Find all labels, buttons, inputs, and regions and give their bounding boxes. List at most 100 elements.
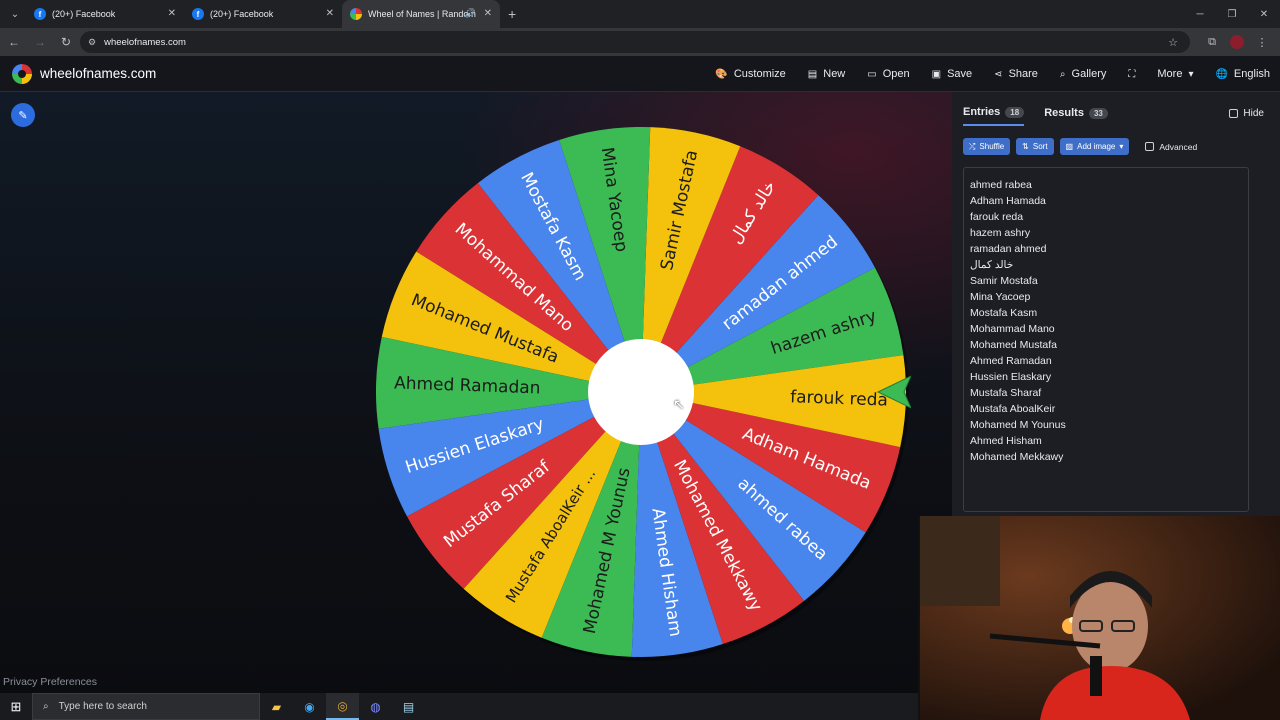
chevron-down-icon: ▾ <box>1119 142 1124 151</box>
reload-icon[interactable]: ↻ <box>54 30 78 54</box>
sort-button[interactable]: ⇅ Sort <box>1016 138 1054 155</box>
site-name[interactable]: wheelofnames.com <box>40 66 156 81</box>
image-icon: ▨ <box>1065 142 1074 151</box>
shuffle-icon: ⤮ <box>969 141 976 151</box>
tab-entries[interactable]: Entries 18 <box>963 106 1025 126</box>
entry-line: Hussien Elaskary <box>970 371 1052 383</box>
forward-icon[interactable]: → <box>28 30 52 54</box>
pencil-icon: ✎ <box>18 109 28 122</box>
discord-icon[interactable]: ◍ <box>359 693 392 720</box>
hide-checkbox[interactable] <box>1229 109 1239 118</box>
tab-title: (20+) Facebook <box>52 9 116 19</box>
windows-taskbar: ⊞ ⌕ Type here to search ▰ ◉ ◎ ◍ ▤ <box>0 693 918 720</box>
entry-line: Mina Yacoep <box>970 291 1031 303</box>
entry-line: Ahmed Ramadan <box>970 355 1052 367</box>
notepad-icon[interactable]: ▤ <box>392 693 425 720</box>
more-button[interactable]: More ▾ <box>1157 68 1193 80</box>
close-icon[interactable]: ✕ <box>484 8 492 19</box>
add-image-button[interactable]: ▨ Add image ▾ <box>1059 138 1130 155</box>
entries-textarea[interactable]: ahmed rabea Adham Hamada farouk reda hazem … <box>963 167 1249 512</box>
entry-line: Mohammad Mano <box>970 323 1055 335</box>
wheel-center-hub[interactable] <box>588 339 694 445</box>
mouse-cursor: ↖ <box>673 396 685 412</box>
language-button[interactable]: 🌐 English <box>1215 68 1270 80</box>
panel-tabs: Entries 18 Results 33 <box>963 106 1108 126</box>
folder-icon: ▭ <box>867 68 877 80</box>
toolbar-right: ⧉ ⋮ <box>1200 30 1274 54</box>
entry-line: Mustafa AboalKeir <box>970 403 1056 415</box>
advanced-toggle[interactable]: Advanced <box>1145 142 1197 152</box>
kebab-menu-icon[interactable]: ⋮ <box>1250 30 1274 54</box>
entry-line: Samir Mostafa <box>970 275 1038 287</box>
webcam-overlay <box>918 516 1280 720</box>
entry-line: Mohamed M Younus <box>970 419 1066 431</box>
fullscreen-icon: ⛶ <box>1128 68 1136 80</box>
entry-line: Mustafa Sharaf <box>970 387 1042 399</box>
speaker-icon[interactable]: 🔊 <box>465 8 476 19</box>
open-button[interactable]: ▭ Open <box>867 68 909 80</box>
globe-icon: 🌐 <box>1215 68 1228 80</box>
entry-line: Ahmed Hisham <box>970 435 1042 447</box>
tab-results[interactable]: Results 33 <box>1044 106 1108 126</box>
close-icon[interactable]: ✕ <box>326 8 334 19</box>
browser-tab-facebook-2[interactable]: f (20+) Facebook ✕ <box>184 0 342 28</box>
back-icon[interactable]: ← <box>2 30 26 54</box>
entry-line: Adham Hamada <box>970 195 1046 207</box>
entry-line: خالد كمال <box>970 259 1014 271</box>
chevron-down-icon: ▾ <box>1188 68 1194 80</box>
tab-title: (20+) Facebook <box>210 9 274 19</box>
chrome-icon[interactable]: ◎ <box>326 693 359 720</box>
tab-search-icon[interactable]: ⌄ <box>4 4 26 24</box>
url-field[interactable]: ⚙ wheelofnames.com ☆ <box>80 31 1190 53</box>
save-button[interactable]: ▣ Save <box>932 68 973 80</box>
browser-tab-facebook-1[interactable]: f (20+) Facebook ✕ <box>26 0 184 28</box>
facebook-icon: f <box>192 8 204 20</box>
privacy-preferences-link[interactable]: Privacy Preferences <box>3 676 97 688</box>
browser-tab-wheel-of-names[interactable]: Wheel of Names | Random 🔊 ✕ <box>342 0 500 28</box>
site-menu: 🎨 Customize ▤ New ▭ Open ▣ Save ⋖ Share ⌕ Gall… <box>715 56 1270 92</box>
results-count-badge: 33 <box>1088 107 1108 119</box>
gallery-button[interactable]: ⌕ Gallery <box>1060 68 1106 80</box>
new-button[interactable]: ▤ New <box>808 68 845 80</box>
file-icon: ▤ <box>807 68 818 80</box>
window-controls: ─ ❐ ✕ <box>1184 0 1280 28</box>
entries-count-badge: 18 <box>1005 106 1025 118</box>
wheel-stage: ✎ hazem ashry ramadan ahmed خالد كمال Samir… <box>0 92 952 720</box>
entry-line: ahmed rabea <box>970 179 1032 191</box>
edit-pencil-button[interactable]: ✎ <box>11 103 35 127</box>
search-icon: ⌕ <box>43 701 49 712</box>
site-info-icon[interactable]: ⚙ <box>88 37 96 48</box>
bookmark-star-icon[interactable]: ☆ <box>1168 36 1178 49</box>
minimize-icon[interactable]: ─ <box>1184 0 1216 28</box>
wheelofnames-logo[interactable] <box>12 63 32 84</box>
hide-toggle[interactable]: Hide <box>1229 108 1264 119</box>
facebook-icon: f <box>34 8 46 20</box>
close-icon[interactable]: ✕ <box>168 8 176 19</box>
windows-start-icon[interactable]: ⊞ <box>0 693 32 720</box>
wheel-segment-label: farouk reda <box>790 387 888 410</box>
entry-line: farouk reda <box>970 211 1024 223</box>
new-tab-icon[interactable]: + <box>508 6 516 22</box>
edge-icon[interactable]: ◉ <box>293 693 326 720</box>
restore-icon[interactable]: ❐ <box>1216 0 1248 28</box>
palette-icon: 🎨 <box>715 68 728 80</box>
url-text: wheelofnames.com <box>104 36 186 48</box>
entry-line: Mostafa Kasm <box>970 307 1038 319</box>
address-bar-row: ← → ↻ ⚙ wheelofnames.com ☆ ⧉ ⋮ <box>0 28 1280 56</box>
extensions-icon[interactable]: ⧉ <box>1200 30 1224 54</box>
window-close-icon[interactable]: ✕ <box>1248 0 1280 28</box>
entry-line: hazem ashry <box>970 227 1031 239</box>
shuffle-button[interactable]: ⤮ Shuffle <box>963 138 1011 155</box>
taskbar-search[interactable]: ⌕ Type here to search <box>32 693 260 720</box>
customize-button[interactable]: 🎨 Customize <box>715 68 785 80</box>
panel-buttons: ⤮ Shuffle ⇅ Sort ▨ Add image ▾ Advanced <box>963 138 1197 155</box>
entry-line: ramadan ahmed <box>970 243 1047 255</box>
name-wheel[interactable]: hazem ashryramadan ahmedخالد كمالSamir M… <box>371 127 911 667</box>
profile-avatar[interactable] <box>1230 35 1244 49</box>
sort-icon: ⇅ <box>1022 142 1029 151</box>
share-button[interactable]: ⋖ Share <box>994 68 1038 80</box>
entry-line: Mohamed Mustafa <box>970 339 1057 351</box>
fullscreen-button[interactable]: ⛶ <box>1128 69 1135 80</box>
advanced-checkbox[interactable] <box>1145 142 1155 151</box>
file-explorer-icon[interactable]: ▰ <box>260 693 293 720</box>
